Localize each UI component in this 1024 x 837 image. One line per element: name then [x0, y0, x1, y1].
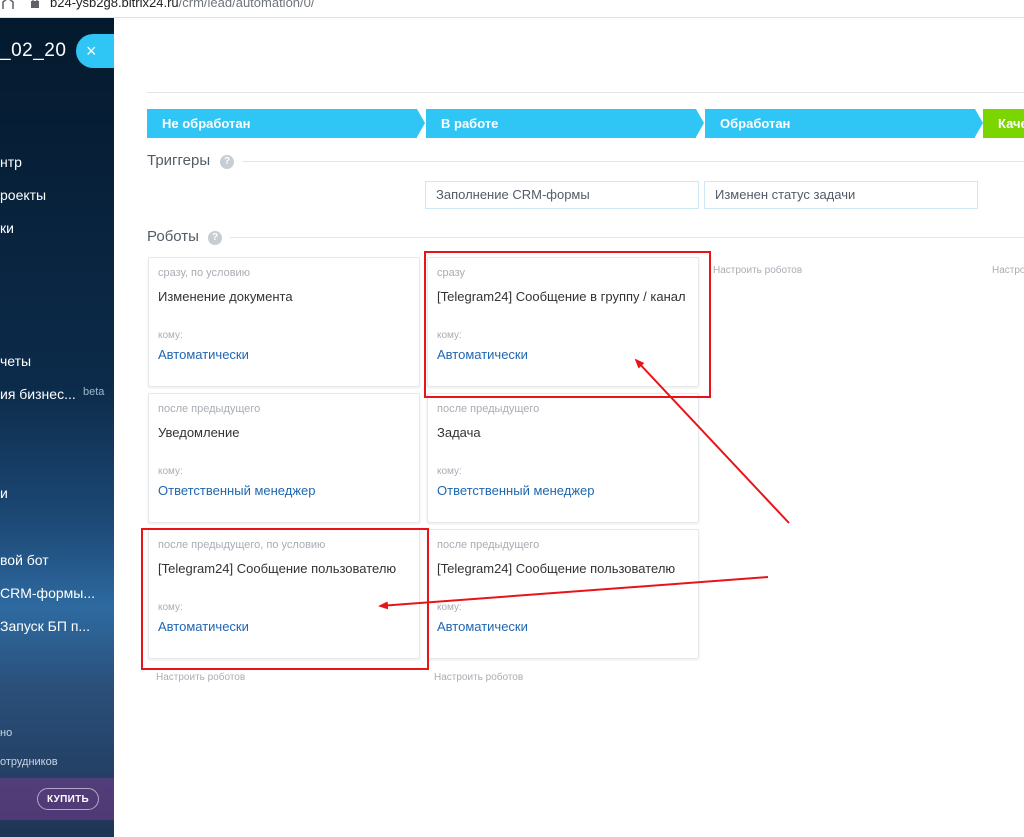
- robot-to-label: кому:: [158, 466, 183, 477]
- close-icon[interactable]: ×: [76, 34, 114, 68]
- robots-divider: [230, 237, 1024, 238]
- robot-title: Изменение документа: [158, 289, 293, 304]
- lock-icon[interactable]: [30, 0, 40, 8]
- robot-title: Задача: [437, 425, 481, 440]
- robot-condition: после предыдущего: [437, 539, 540, 551]
- stage-quality[interactable]: Каче: [983, 109, 1024, 138]
- url-text[interactable]: b24-ysb2g8.bitrix24.ru/crm/lead/automati…: [50, 0, 315, 10]
- help-icon[interactable]: ?: [208, 231, 222, 245]
- sidebar-item-9[interactable]: Запуск БП п...: [0, 618, 90, 634]
- robot-to-label: кому:: [158, 330, 183, 341]
- browser-address-bar[interactable]: b24-ysb2g8.bitrix24.ru/crm/lead/automati…: [0, 0, 1024, 18]
- help-icon[interactable]: ?: [220, 155, 234, 169]
- triggers-divider: [242, 161, 1024, 162]
- robot-title: Уведомление: [158, 425, 240, 440]
- robot-responsible-link[interactable]: Автоматически: [158, 347, 249, 362]
- robot-title: [Telegram24] Сообщение пользователю: [437, 561, 676, 576]
- robots-title: Роботы: [147, 228, 199, 245]
- sidebar-bottom-item-2[interactable]: отрудников: [0, 756, 58, 768]
- robot-responsible-link[interactable]: Ответственный менеджер: [158, 483, 316, 498]
- sidebar-bottom-item-1[interactable]: но: [0, 727, 12, 739]
- configure-robots-link[interactable]: Настроить роботов: [713, 265, 802, 276]
- left-sidebar: _02_20 нтр роекты ки четы ия бизнес... b…: [0, 18, 114, 837]
- trigger-crm-form[interactable]: Заполнение CRM-формы: [425, 181, 699, 209]
- configure-robots-link[interactable]: Настро: [992, 265, 1024, 276]
- stage-label: Каче: [998, 116, 1024, 131]
- buy-button[interactable]: КУПИТЬ: [37, 788, 99, 810]
- robot-card[interactable]: после предыдущего Задача кому: Ответстве…: [427, 393, 699, 523]
- sidebar-item-3[interactable]: ки: [0, 220, 14, 236]
- sidebar-item-7[interactable]: вой бот: [0, 552, 49, 568]
- annotation-box: [141, 528, 429, 670]
- beta-badge: beta: [83, 386, 105, 398]
- robot-to-label: кому:: [437, 466, 462, 477]
- configure-robots-link[interactable]: Настроить роботов: [434, 672, 523, 683]
- sidebar-item-8[interactable]: CRM-формы...: [0, 585, 95, 601]
- robot-condition: сразу, по условию: [158, 267, 250, 279]
- trigger-task-status[interactable]: Изменен статус задачи: [704, 181, 978, 209]
- triggers-title: Триггеры: [147, 152, 211, 169]
- robot-condition: после предыдущего: [437, 403, 540, 415]
- automation-main: Не обработан В работе Обработан Каче Три…: [114, 18, 1024, 837]
- home-icon[interactable]: [2, 0, 14, 10]
- robot-to-label: кому:: [437, 602, 462, 613]
- robot-responsible-link[interactable]: Автоматически: [437, 619, 528, 634]
- robot-card[interactable]: после предыдущего Уведомление кому: Отве…: [148, 393, 420, 523]
- robot-responsible-link[interactable]: Ответственный менеджер: [437, 483, 595, 498]
- sidebar-item-6[interactable]: и: [0, 485, 8, 501]
- stage-label: В работе: [441, 116, 499, 131]
- stage-label: Не обработан: [162, 116, 251, 131]
- sidebar-item-5[interactable]: ия бизнес...: [0, 386, 76, 402]
- stage-label: Обработан: [720, 116, 791, 131]
- robot-condition: после предыдущего: [158, 403, 261, 415]
- stage-in-progress[interactable]: В работе: [426, 109, 704, 138]
- sidebar-item-2[interactable]: роекты: [0, 187, 46, 203]
- sidebar-item-4[interactable]: четы: [0, 353, 31, 369]
- sidebar-item-1[interactable]: нтр: [0, 154, 22, 170]
- robot-card[interactable]: сразу, по условию Изменение документа ко…: [148, 257, 420, 387]
- top-divider: [147, 92, 1024, 93]
- configure-robots-link[interactable]: Настроить роботов: [156, 672, 245, 683]
- robot-card[interactable]: после предыдущего [Telegram24] Сообщение…: [427, 529, 699, 659]
- stage-processed[interactable]: Обработан: [705, 109, 983, 138]
- stage-not-processed[interactable]: Не обработан: [147, 109, 425, 138]
- annotation-box: [424, 251, 711, 398]
- portal-title[interactable]: _02_20: [0, 40, 66, 62]
